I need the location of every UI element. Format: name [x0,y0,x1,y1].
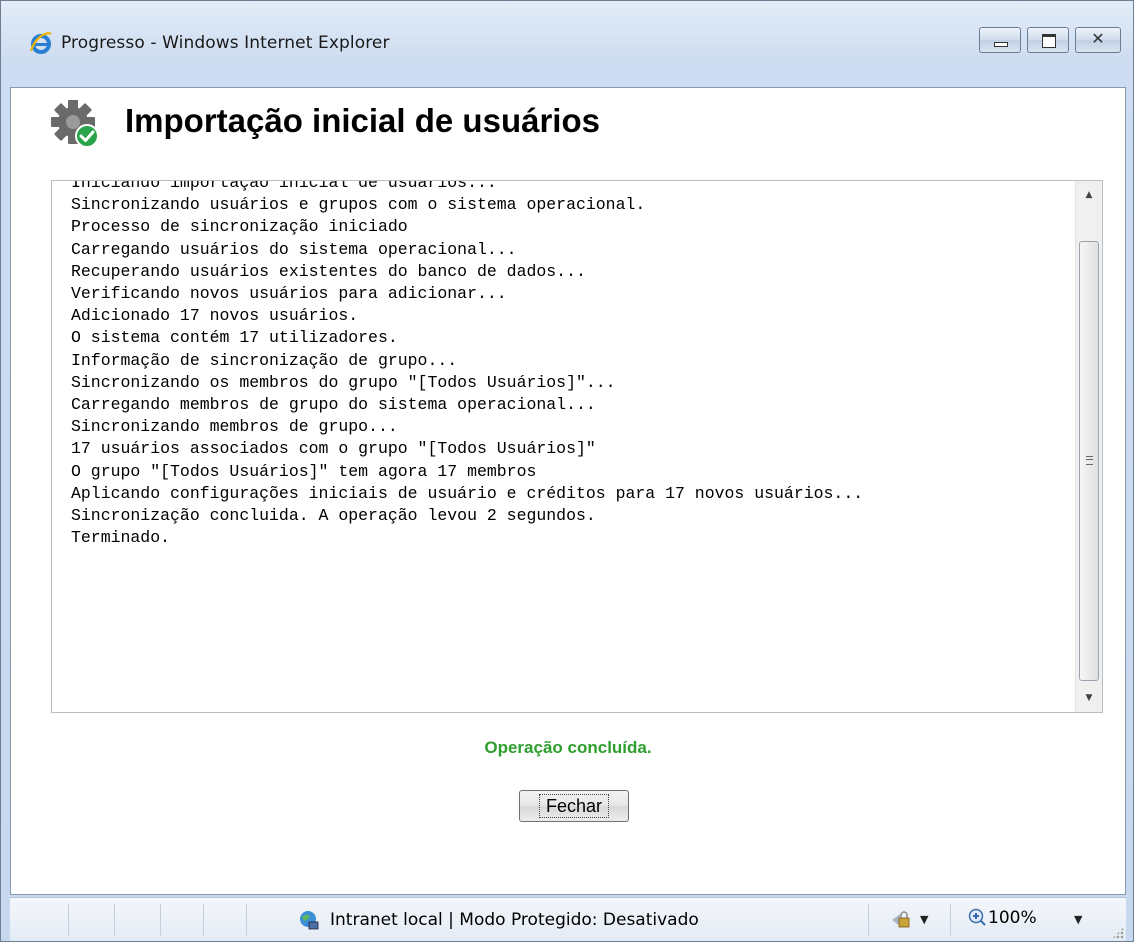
status-segment [246,904,247,936]
scroll-up-arrow-icon[interactable]: ▲ [1076,183,1102,207]
status-bar: Intranet local | Modo Protegido: Desativ… [10,897,1126,941]
scroll-down-arrow-icon[interactable]: ▼ [1076,686,1102,710]
status-segment [950,904,951,936]
maximize-icon [1042,34,1056,48]
title-bar[interactable]: Progresso - Windows Internet Explorer ✕ [1,1,1133,87]
minimize-button[interactable] [979,27,1021,53]
gear-check-icon [51,100,99,148]
page-content: Importação inicial de usuários Iniciando… [10,87,1126,895]
status-segment [68,904,69,936]
fechar-button-label: Fechar [538,793,610,818]
log-text: Iniciando importação inicial de usuários… [71,180,864,548]
log-textarea[interactable]: Iniciando importação inicial de usuários… [51,180,1103,713]
grip-icon [1086,456,1093,465]
window-title: Progresso - Windows Internet Explorer [61,33,390,53]
protected-mode-lock-icon[interactable] [890,910,912,930]
minimize-icon [994,42,1008,47]
security-zone-text[interactable]: Intranet local | Modo Protegido: Desativ… [330,910,699,930]
fechar-button[interactable]: Fechar [519,790,629,822]
status-message: Operação concluída. [484,738,652,757]
ie-icon [29,32,52,54]
status-segment [160,904,161,936]
zoom-icon[interactable] [968,908,986,926]
status-segment [868,904,869,936]
close-icon: ✕ [1091,29,1105,48]
zoom-level[interactable]: 100% [988,908,1037,928]
page-title: Importação inicial de usuários [125,102,600,139]
resize-grip-icon[interactable] [1112,927,1124,939]
browser-window: Progresso - Windows Internet Explorer ✕ [0,0,1134,942]
close-window-button[interactable]: ✕ [1075,27,1121,53]
zoom-dropdown-icon[interactable]: ▼ [1074,913,1082,926]
protected-mode-dropdown-icon[interactable]: ▼ [920,913,928,926]
vertical-scrollbar[interactable]: ▲ ▼ [1075,181,1102,712]
status-segment [203,904,204,936]
maximize-button[interactable] [1027,27,1069,53]
intranet-zone-icon [300,911,319,930]
status-segment [114,904,115,936]
scrollbar-thumb[interactable] [1079,241,1099,681]
window-controls: ✕ [979,27,1121,53]
